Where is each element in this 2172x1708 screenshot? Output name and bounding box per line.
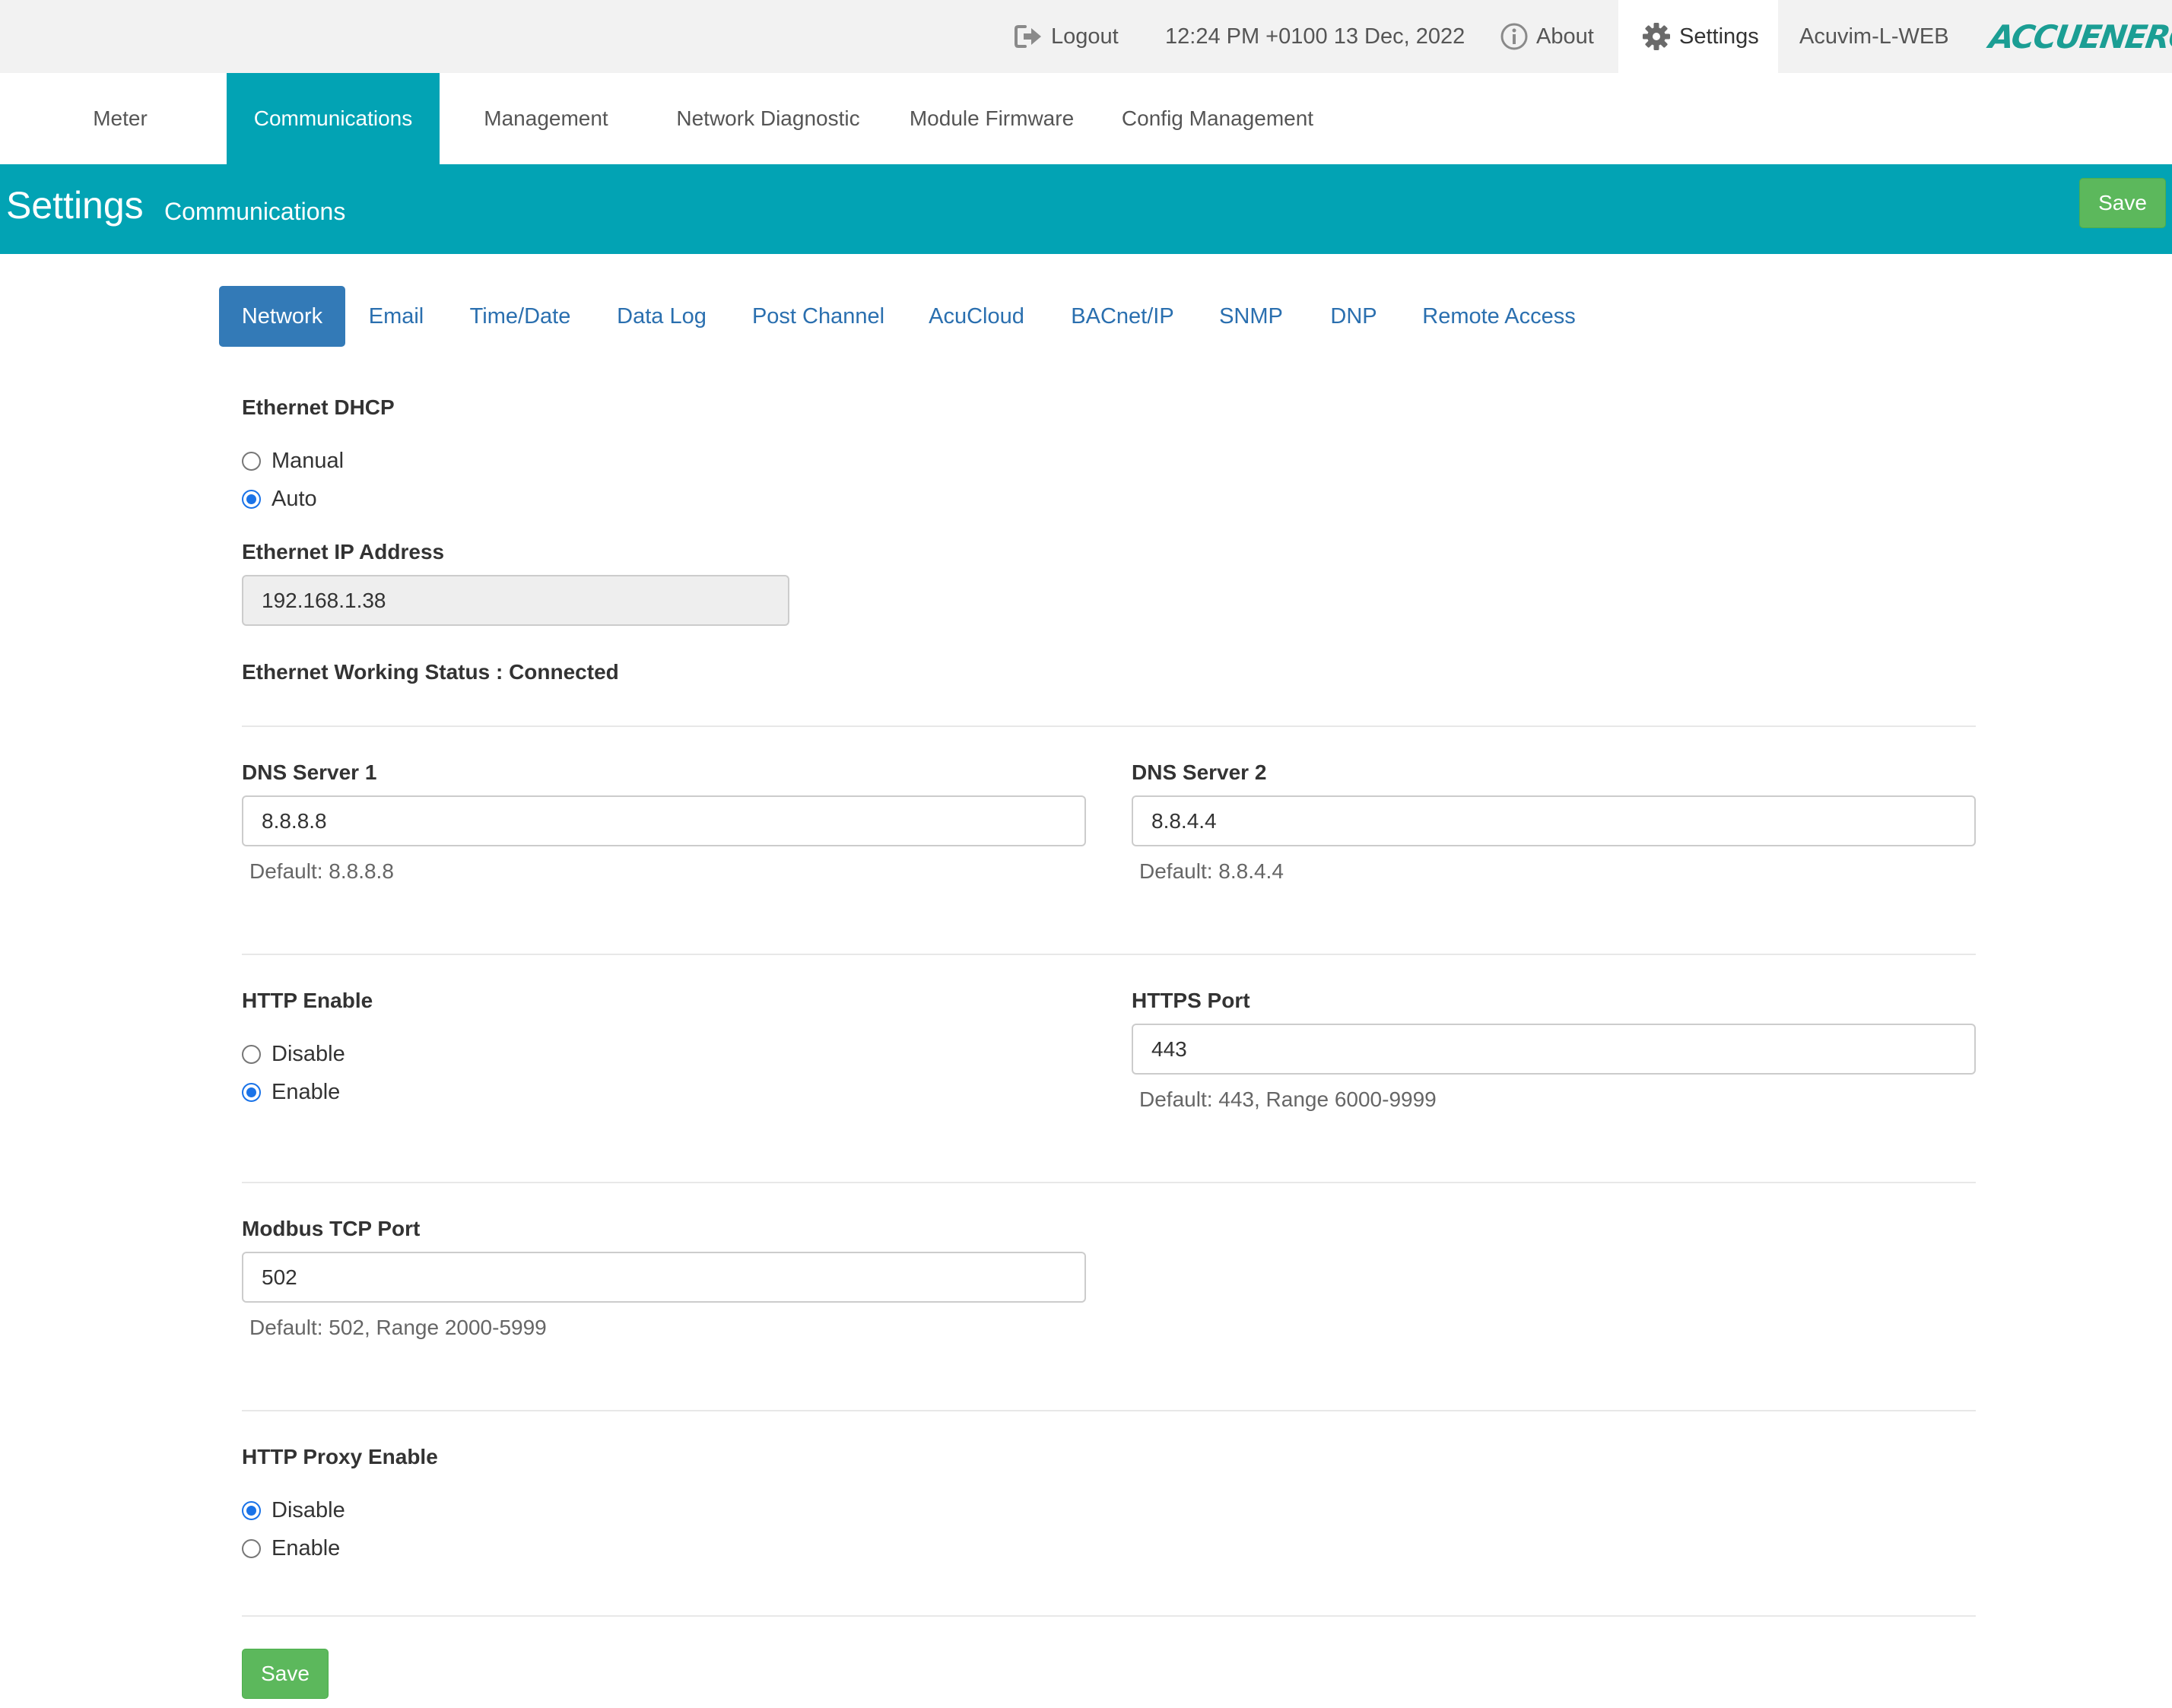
tab-data-log[interactable]: Data Log [605,286,718,347]
settings-header: Settings Communications Save [0,164,2172,254]
divider [242,954,1976,955]
page-title: Settings [6,184,144,227]
nav-item-meter[interactable]: Meter [0,73,240,164]
http-enable-radio[interactable] [242,1083,261,1102]
tab-acucloud[interactable]: AcuCloud [917,286,1036,347]
divider [242,725,1976,727]
http-disable-radio[interactable] [242,1045,261,1064]
header-save-button[interactable]: Save [2079,178,2166,228]
proxy-option-enable[interactable]: Enable [242,1536,340,1561]
settings-link[interactable]: Settings [1618,0,1778,73]
dns-server-2-help: Default: 8.8.4.4 [1139,859,1284,883]
dns-server-2-label: DNS Server 2 [1132,760,1267,784]
ip-address-field[interactable] [242,575,789,626]
divider [242,1182,1976,1183]
tab-remote-access[interactable]: Remote Access [1415,286,1583,347]
tab-bacnet-ip[interactable]: BACnet/IP [1060,286,1185,347]
ip-address-label: Ethernet IP Address [242,540,445,564]
nav-item-communications[interactable]: Communications [227,73,440,164]
logout-label: Logout [1051,24,1119,49]
tab-network[interactable]: Network [219,286,345,347]
dhcp-auto-label: Auto [272,487,317,511]
tab-dnp[interactable]: DNP [1320,286,1387,347]
logout-icon [1015,24,1051,49]
http-enable-label: HTTP Enable [242,989,373,1012]
form-save-button[interactable]: Save [242,1649,329,1699]
page-subtitle: Communications [164,197,346,225]
device-name: Acuvim-L-WEB [1799,24,1949,49]
tab-post-channel[interactable]: Post Channel [741,286,896,347]
dns-server-1-field[interactable] [242,795,1086,846]
about-link[interactable]: About [1500,0,1594,73]
ethernet-status: Ethernet Working Status : Connected [242,660,619,684]
about-label: About [1536,24,1594,49]
modbus-port-field[interactable] [242,1252,1086,1303]
https-port-label: HTTPS Port [1132,989,1250,1012]
tab-time-date[interactable]: Time/Date [458,286,583,347]
settings-label: Settings [1679,24,1759,49]
dhcp-manual-label: Manual [272,449,345,473]
main-nav: Meter Communications Management Network … [0,73,2172,164]
proxy-enable-radio[interactable] [242,1539,261,1558]
divider [242,1615,1976,1617]
nav-item-module-firmware[interactable]: Module Firmware [882,73,1101,164]
modbus-port-label: Modbus TCP Port [242,1217,421,1240]
logout-link[interactable]: Logout [1015,0,1119,73]
accuenergy-logo: ACCUENERGY [1987,0,2172,73]
dns-server-1-label: DNS Server 1 [242,760,377,784]
dhcp-auto-radio[interactable] [242,490,261,509]
tab-snmp[interactable]: SNMP [1211,286,1291,347]
dhcp-manual-radio[interactable] [242,452,261,471]
nav-item-config-management[interactable]: Config Management [1106,73,1329,164]
dns-server-2-field[interactable] [1132,795,1976,846]
nav-item-management[interactable]: Management [440,73,653,164]
dhcp-option-manual[interactable]: Manual [242,449,344,474]
dhcp-label: Ethernet DHCP [242,395,395,419]
nav-item-network-diagnostic[interactable]: Network Diagnostic [660,73,876,164]
modbus-port-help: Default: 502, Range 2000-5999 [249,1316,547,1339]
proxy-enable-label: HTTP Proxy Enable [242,1445,438,1468]
proxy-disable-label: Disable [272,1498,345,1522]
info-icon [1500,22,1536,51]
proxy-enable-label: Enable [272,1536,341,1560]
proxy-disable-radio[interactable] [242,1501,261,1520]
http-option-disable[interactable]: Disable [242,1042,345,1067]
top-bar: Logout 12:24 PM +0100 13 Dec, 2022 About [0,0,2172,73]
https-port-help: Default: 443, Range 6000-9999 [1139,1087,1437,1111]
sub-tabs: Network Email Time/Date Data Log Post Ch… [0,254,2172,348]
http-enable-option-label: Enable [272,1080,341,1104]
divider [242,1410,1976,1411]
dns-server-1-help: Default: 8.8.8.8 [249,859,394,883]
https-port-field[interactable] [1132,1024,1976,1075]
http-disable-label: Disable [272,1042,345,1066]
logo-text: ACCUENERGY [1986,17,2172,56]
http-option-enable[interactable]: Enable [242,1080,340,1105]
proxy-option-disable[interactable]: Disable [242,1498,345,1523]
current-datetime: 12:24 PM +0100 13 Dec, 2022 [1165,24,1465,49]
dhcp-option-auto[interactable]: Auto [242,487,317,512]
gear-icon [1641,21,1679,52]
tab-email[interactable]: Email [357,286,435,347]
